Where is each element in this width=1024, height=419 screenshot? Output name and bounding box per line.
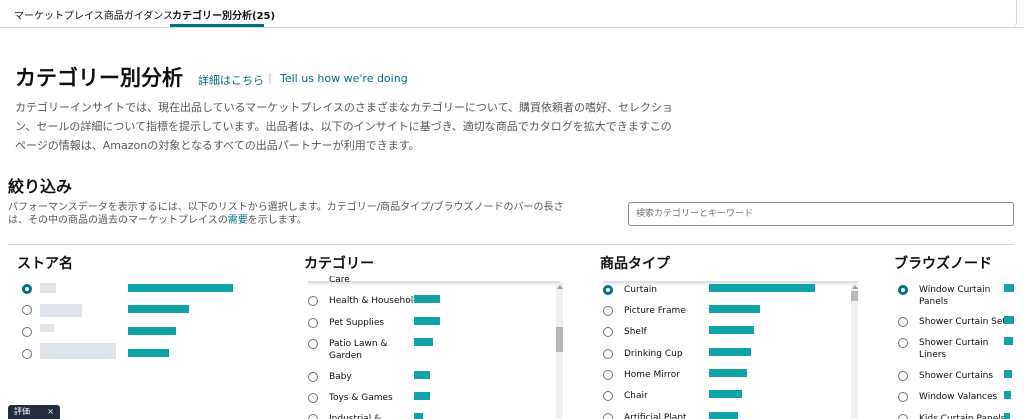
category-label-health-household: Health & Household — [329, 296, 419, 306]
store-radio-4[interactable] — [22, 349, 32, 359]
category-bar-pet-supplies — [414, 317, 440, 325]
category-bar-industrial — [414, 413, 423, 419]
feedback-label: 評価 — [14, 407, 30, 416]
category-radio-toys-games[interactable] — [308, 393, 318, 403]
page-title: カテゴリー別分析 — [15, 66, 183, 90]
search-input[interactable] — [628, 202, 1014, 226]
browse-node-radio-shower-curtains[interactable] — [898, 371, 908, 381]
product-type-label-shelf: Shelf — [624, 327, 647, 337]
category-bar-health-household — [414, 295, 440, 303]
tab-marketplace-guidance[interactable]: マーケットプレイス商品ガイダンス — [14, 7, 173, 22]
store-name-redacted — [40, 324, 54, 332]
product-type-scroll-up-icon[interactable] — [852, 285, 858, 289]
product-type-label-drinking-cup: Drinking Cup — [624, 349, 683, 359]
section-divider — [8, 244, 1014, 245]
feedback-tab[interactable]: 評価 × — [8, 405, 60, 419]
store-column-title: ストア名 — [17, 256, 73, 272]
product-type-label-artificial-plant: Artificial Plant — [624, 413, 687, 419]
product-type-radio-home-mirror[interactable] — [603, 370, 613, 380]
browse-node-bar-kids-curtain-panels — [1004, 413, 1010, 419]
category-label-toys-games: Toys & Games — [329, 393, 393, 403]
category-radio-pet-supplies[interactable] — [308, 318, 318, 328]
browse-node-label-window-curtain-panels: Window Curtain Panels — [919, 285, 991, 307]
category-scroll-thumb[interactable] — [556, 327, 563, 352]
category-label-industrial: Industrial & — [329, 414, 382, 419]
category-radio-industrial[interactable] — [308, 414, 318, 419]
store-radio-3[interactable] — [22, 327, 32, 337]
product-type-label-picture-frame: Picture Frame — [624, 306, 686, 316]
product-type-radio-curtain[interactable] — [603, 285, 613, 295]
feedback-link[interactable]: Tell us how we're doing — [280, 72, 408, 85]
product-type-radio-artificial-plant[interactable] — [603, 413, 613, 419]
browse-node-bar-shower-curtain-liners — [1004, 337, 1013, 345]
product-type-radio-picture-frame[interactable] — [603, 306, 613, 316]
product-type-scroll-thumb[interactable] — [851, 291, 858, 301]
tab-category-analysis[interactable]: カテゴリー別分析(25) — [172, 7, 275, 22]
category-label-pet-supplies: Pet Supplies — [329, 318, 385, 328]
browse-node-column-title: ブラウズノード — [894, 256, 992, 272]
demand-link[interactable]: 需要 — [228, 215, 248, 226]
category-bar-patio-lawn-garden — [414, 338, 433, 346]
category-radio-patio-lawn-garden[interactable] — [308, 339, 318, 349]
browse-node-bar-shower-curtains — [1004, 370, 1012, 378]
product-type-bar-artificial-plant — [709, 412, 738, 419]
category-radio-health-household[interactable] — [308, 296, 318, 306]
browse-node-radio-kids-curtain-panels[interactable] — [898, 414, 908, 419]
product-type-label-chair: Chair — [624, 391, 648, 401]
category-bar-baby — [414, 371, 430, 379]
store-bar-2 — [128, 305, 189, 313]
store-bar-1 — [128, 284, 233, 292]
store-bar-3 — [128, 327, 176, 335]
browse-node-radio-shower-curtain-sets[interactable] — [898, 317, 908, 327]
store-name-redacted — [40, 283, 56, 293]
store-bar-4 — [128, 349, 169, 357]
browse-node-label-window-valances: Window Valances — [919, 392, 998, 402]
product-type-label-curtain: Curtain — [624, 285, 657, 295]
product-type-radio-shelf[interactable] — [603, 327, 613, 337]
product-type-bar-drinking-cup — [709, 348, 751, 356]
store-radio-1[interactable] — [22, 284, 32, 294]
category-column-title: カテゴリー — [304, 256, 374, 272]
product-type-scrollbar[interactable] — [851, 283, 858, 419]
product-type-bar-home-mirror — [709, 369, 747, 377]
product-type-radio-chair[interactable] — [603, 391, 613, 401]
browse-node-label-shower-curtains: Shower Curtains — [919, 371, 994, 381]
filter-description: パフォーマンスデータを表示するには、以下のリストから選択します。カテゴリー/商品… — [8, 201, 583, 227]
browse-node-bar-window-curtain-panels — [1004, 284, 1014, 292]
link-separator: | — [268, 71, 272, 84]
browse-node-radio-window-valances[interactable] — [898, 392, 908, 402]
product-type-bar-shelf — [709, 326, 754, 334]
category-bar-toys-games — [414, 392, 430, 400]
browse-node-bar-window-valances — [1004, 391, 1011, 399]
product-type-column-title: 商品タイプ — [600, 256, 670, 272]
browse-node-label-shower-curtain-liners: Shower Curtain Liners — [919, 338, 989, 360]
browse-node-bar-shower-curtain-sets — [1004, 316, 1014, 324]
close-icon[interactable]: × — [47, 405, 54, 419]
page-description: カテゴリーインサイトでは、現在出品しているマーケットプレイスのさまざまなカテゴリ… — [15, 101, 674, 152]
category-label-baby: Baby — [329, 372, 352, 382]
browse-node-label-kids-curtain-panels: Kids Curtain Panels — [919, 414, 1006, 419]
filter-desc-text-end: を示します。 — [247, 215, 307, 226]
filter-title: 絞り込み — [8, 177, 73, 196]
store-name-redacted — [40, 304, 82, 317]
tab-bar: マーケットプレイス商品ガイダンス カテゴリー別分析(25) — [0, 0, 1024, 28]
category-scroll-up-icon[interactable] — [557, 285, 563, 289]
product-type-bar-picture-frame — [709, 305, 760, 313]
product-type-bar-chair — [709, 390, 742, 398]
store-radio-2[interactable] — [22, 305, 32, 315]
category-label-patio-lawn-garden: Patio Lawn & Garden — [329, 339, 388, 361]
category-radio-baby[interactable] — [308, 372, 318, 382]
category-label-care: Care — [329, 276, 350, 285]
product-type-radio-drinking-cup[interactable] — [603, 349, 613, 359]
browse-node-radio-window-curtain-panels[interactable] — [898, 285, 908, 295]
learn-more-link[interactable]: 詳細はこちら — [198, 72, 264, 88]
store-name-redacted — [40, 343, 116, 359]
product-type-label-home-mirror: Home Mirror — [624, 370, 680, 380]
browse-node-radio-shower-curtain-liners[interactable] — [898, 338, 908, 348]
product-type-bar-curtain — [709, 284, 815, 292]
active-tab-indicator — [170, 24, 264, 27]
browse-node-label-shower-curtain-sets: Shower Curtain Sets — [919, 317, 1011, 327]
